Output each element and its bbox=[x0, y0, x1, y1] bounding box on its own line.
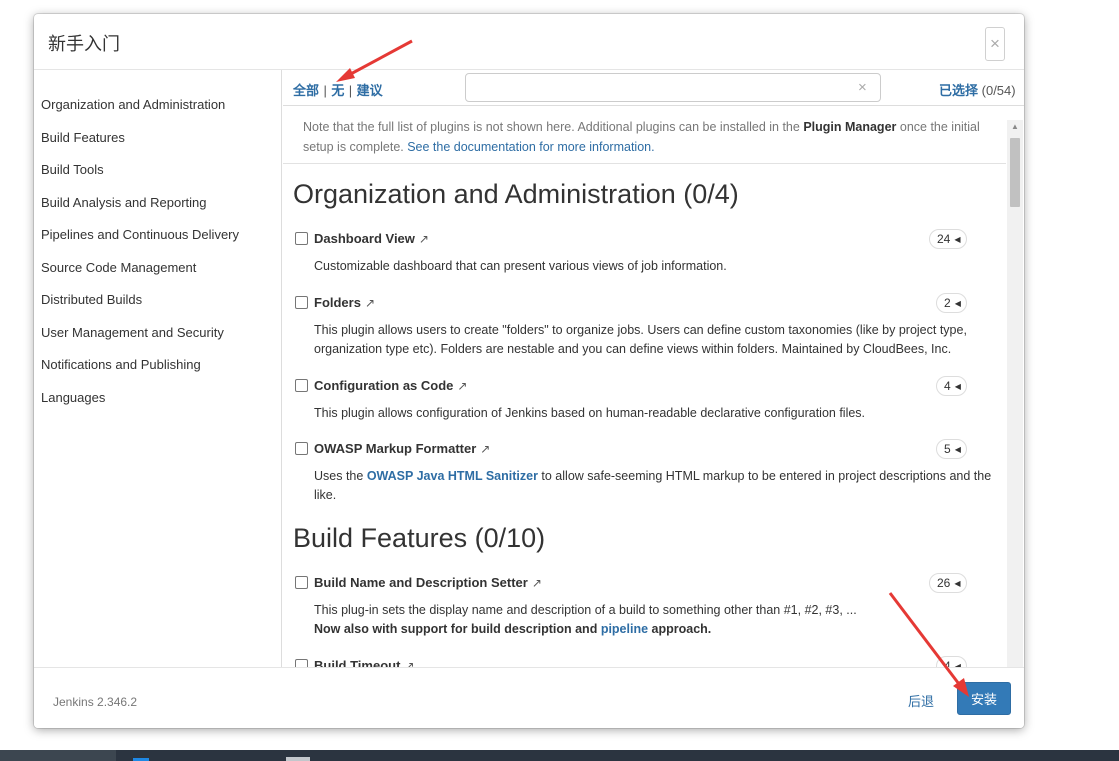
plugin-checkbox[interactable] bbox=[295, 232, 308, 245]
plugin-description: This plug-in sets the display name and d… bbox=[314, 603, 857, 636]
caret-left-icon: ◀ bbox=[954, 299, 961, 308]
dialog-title: 新手入门 bbox=[48, 34, 120, 54]
filter-all-link[interactable]: 全部 bbox=[293, 83, 319, 98]
plugin-checkbox[interactable] bbox=[295, 296, 308, 309]
filter-suggested-link[interactable]: 建议 bbox=[357, 83, 383, 98]
plugin-search-input[interactable] bbox=[466, 74, 846, 101]
dialog-footer: Jenkins 2.346.2 后退 安装 bbox=[34, 667, 1024, 728]
plugin-search-box: × bbox=[465, 73, 881, 102]
sidebar-item-source-code-management[interactable]: Source Code Management bbox=[41, 260, 196, 275]
filter-none-link[interactable]: 无 bbox=[331, 83, 344, 98]
category-heading: Build Features (0/10) bbox=[293, 523, 546, 553]
close-button[interactable]: × bbox=[985, 27, 1005, 61]
sidebar-item-build-features[interactable]: Build Features bbox=[41, 130, 125, 145]
taskbar-app-icon-2[interactable] bbox=[286, 757, 310, 761]
external-link-icon: ↗ bbox=[480, 442, 491, 456]
jenkins-version: Jenkins 2.346.2 bbox=[53, 695, 138, 709]
plugin-name[interactable]: Dashboard View ↗ bbox=[314, 231, 429, 246]
plugin-description: Customizable dashboard that can present … bbox=[314, 259, 727, 273]
plugin-name[interactable]: Configuration as Code ↗ bbox=[314, 378, 467, 393]
sidebar-item-build-analysis-reporting[interactable]: Build Analysis and Reporting bbox=[41, 195, 207, 210]
category-sidebar: Organization and Administration Build Fe… bbox=[34, 70, 282, 668]
dependency-toggle[interactable]: 5 ◀ bbox=[936, 439, 967, 459]
scrollbar-thumb[interactable] bbox=[1010, 138, 1020, 207]
clear-search-icon[interactable]: × bbox=[858, 80, 867, 95]
plugin-filters: 全部 | 无 | 建议 bbox=[293, 80, 383, 100]
selected-count: 已选择 (0/54) bbox=[939, 80, 1016, 99]
sidebar-item-distributed-builds[interactable]: Distributed Builds bbox=[41, 292, 142, 307]
category-heading: Organization and Administration (0/4) bbox=[293, 179, 739, 209]
plugin-name[interactable]: OWASP Markup Formatter ↗ bbox=[314, 441, 490, 456]
sidebar-item-build-tools[interactable]: Build Tools bbox=[41, 162, 104, 177]
external-link-icon: ↗ bbox=[364, 296, 376, 310]
pipeline-link[interactable]: pipeline bbox=[601, 622, 648, 636]
dialog-header: 新手入门 × bbox=[34, 14, 1024, 69]
documentation-link[interactable]: See the documentation for more informati… bbox=[407, 140, 654, 154]
install-button[interactable]: 安装 bbox=[957, 682, 1011, 715]
filter-separator: | bbox=[348, 83, 353, 98]
sidebar-item-organization-administration[interactable]: Organization and Administration bbox=[41, 97, 225, 112]
taskbar bbox=[0, 750, 1119, 761]
dialog-body: Organization and Administration Build Fe… bbox=[34, 69, 1024, 681]
back-button[interactable]: 后退 bbox=[908, 691, 934, 710]
plugin-name[interactable]: Build Name and Description Setter ↗ bbox=[314, 575, 542, 590]
external-link-icon: ↗ bbox=[531, 576, 542, 590]
caret-left-icon: ◀ bbox=[954, 445, 961, 454]
selected-count-value: (0/54) bbox=[981, 83, 1016, 98]
caret-left-icon: ◀ bbox=[954, 382, 961, 391]
plugin-description: This plugin allows configuration of Jenk… bbox=[314, 406, 866, 420]
plugin-manager-text: Plugin Manager bbox=[803, 120, 897, 134]
dependency-toggle[interactable]: 2 ◀ bbox=[936, 293, 967, 313]
dependency-toggle[interactable]: 4 ◀ bbox=[936, 376, 967, 396]
caret-left-icon: ◀ bbox=[954, 579, 961, 588]
plugin-name[interactable]: Folders ↗ bbox=[314, 295, 375, 310]
sidebar-item-user-management-security[interactable]: User Management and Security bbox=[41, 325, 224, 340]
plugin-checkbox[interactable] bbox=[295, 442, 308, 455]
dependency-toggle[interactable]: 26 ◀ bbox=[929, 573, 967, 593]
external-link-icon: ↗ bbox=[418, 232, 429, 246]
sidebar-item-notifications-publishing[interactable]: Notifications and Publishing bbox=[41, 357, 201, 372]
plugin-description: Uses the OWASP Java HTML Sanitizer to al… bbox=[314, 469, 992, 502]
selected-link[interactable]: 已选择 bbox=[939, 83, 978, 98]
sidebar-item-pipelines-cd[interactable]: Pipelines and Continuous Delivery bbox=[41, 227, 239, 242]
taskbar-start-area[interactable] bbox=[0, 750, 116, 761]
plugin-checkbox[interactable] bbox=[295, 576, 308, 589]
plugin-checkbox[interactable] bbox=[295, 379, 308, 392]
close-icon: × bbox=[990, 34, 1000, 53]
caret-left-icon: ◀ bbox=[954, 235, 961, 244]
filter-separator: | bbox=[323, 83, 327, 98]
scroll-up-icon[interactable]: ▲ bbox=[1007, 120, 1023, 134]
sidebar-item-languages[interactable]: Languages bbox=[41, 390, 105, 405]
plugin-toolbar: 全部 | 无 | 建议 × 已选择 (0/54) bbox=[283, 70, 1024, 106]
plugin-list-scrollbar[interactable]: ▲ ▼ bbox=[1007, 120, 1023, 681]
setup-dialog: 新手入门 × Organization and Administration B… bbox=[34, 14, 1024, 728]
plugin-note: Note that the full list of plugins is no… bbox=[283, 107, 1006, 164]
owasp-sanitizer-link[interactable]: OWASP Java HTML Sanitizer bbox=[367, 469, 538, 483]
dependency-toggle[interactable]: 24 ◀ bbox=[929, 229, 967, 249]
external-link-icon: ↗ bbox=[457, 379, 468, 393]
plugin-description: This plugin allows users to create "fold… bbox=[314, 323, 967, 356]
plugin-list: Note that the full list of plugins is no… bbox=[283, 107, 1024, 668]
